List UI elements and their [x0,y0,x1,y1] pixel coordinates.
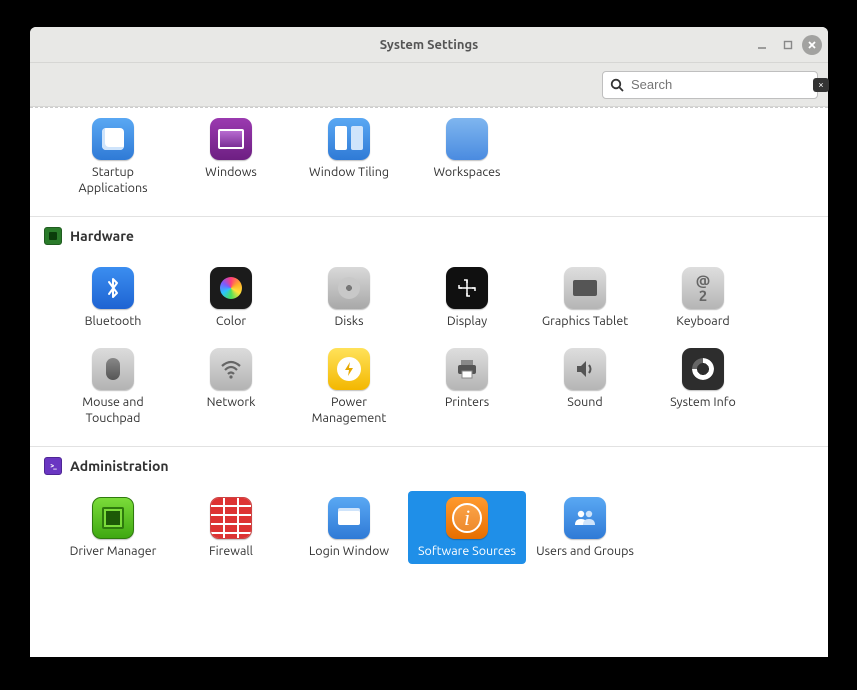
item-firewall[interactable]: Firewall [172,491,290,564]
sound-icon [564,348,606,390]
section-header-hardware: Hardware [30,216,828,249]
search-icon [609,77,625,93]
item-sound[interactable]: Sound [526,342,644,430]
hardware-section-title: Hardware [70,228,134,244]
titlebar: System Settings [30,27,828,63]
content-area: Startup Applications Windows Window Tili… [30,107,828,657]
item-windows[interactable]: Windows [172,112,290,200]
graphics-tablet-icon [564,267,606,309]
item-graphics-tablet[interactable]: Graphics Tablet [526,261,644,334]
windows-icon [210,118,252,160]
close-button[interactable] [802,35,822,55]
section-row-partial: Startup Applications Windows Window Tili… [30,108,828,216]
item-color[interactable]: Color [172,261,290,334]
search-input[interactable] [631,77,807,92]
users-groups-icon [564,497,606,539]
item-mouse-touchpad[interactable]: Mouse and Touchpad [54,342,172,430]
administration-section-title: Administration [70,458,169,474]
bluetooth-icon [92,267,134,309]
workspaces-icon [446,118,488,160]
startup-applications-icon [92,118,134,160]
item-startup-applications[interactable]: Startup Applications [54,112,172,200]
hardware-section-icon [44,227,62,245]
network-icon [210,348,252,390]
power-icon [328,348,370,390]
maximize-button[interactable] [776,33,800,57]
printers-icon [446,348,488,390]
item-disks[interactable]: Disks [290,261,408,334]
item-users-and-groups[interactable]: Users and Groups [526,491,644,564]
toolbar [30,63,828,107]
section-header-administration: Administration [30,446,828,479]
window-controls [750,33,822,57]
firewall-icon [210,497,252,539]
color-icon [210,267,252,309]
item-printers[interactable]: Printers [408,342,526,430]
item-software-sources[interactable]: Software Sources [408,491,526,564]
disks-icon [328,267,370,309]
minimize-button[interactable] [750,33,774,57]
settings-window: System Settings [30,27,828,657]
item-workspaces[interactable]: Workspaces [408,112,526,200]
item-driver-manager[interactable]: Driver Manager [54,491,172,564]
administration-section-icon [44,457,62,475]
item-network[interactable]: Network [172,342,290,430]
search-field[interactable] [602,71,818,99]
mouse-icon [92,348,134,390]
item-login-window[interactable]: Login Window [290,491,408,564]
clear-search-icon[interactable] [813,78,829,92]
display-icon [446,267,488,309]
window-title: System Settings [380,38,479,52]
item-system-info[interactable]: System Info [644,342,762,430]
software-sources-icon [446,497,488,539]
driver-manager-icon [92,497,134,539]
system-info-icon [682,348,724,390]
item-bluetooth[interactable]: Bluetooth [54,261,172,334]
section-row-administration: Driver Manager Firewall Login Window Sof… [30,479,828,580]
item-window-tiling[interactable]: Window Tiling [290,112,408,200]
keyboard-icon: @ 2 [682,267,724,309]
item-power-management[interactable]: Power Management [290,342,408,430]
item-keyboard[interactable]: @ 2 Keyboard [644,261,762,334]
window-tiling-icon [328,118,370,160]
section-row-hardware: Bluetooth Color Disks [30,249,828,446]
login-window-icon [328,497,370,539]
item-display[interactable]: Display [408,261,526,334]
